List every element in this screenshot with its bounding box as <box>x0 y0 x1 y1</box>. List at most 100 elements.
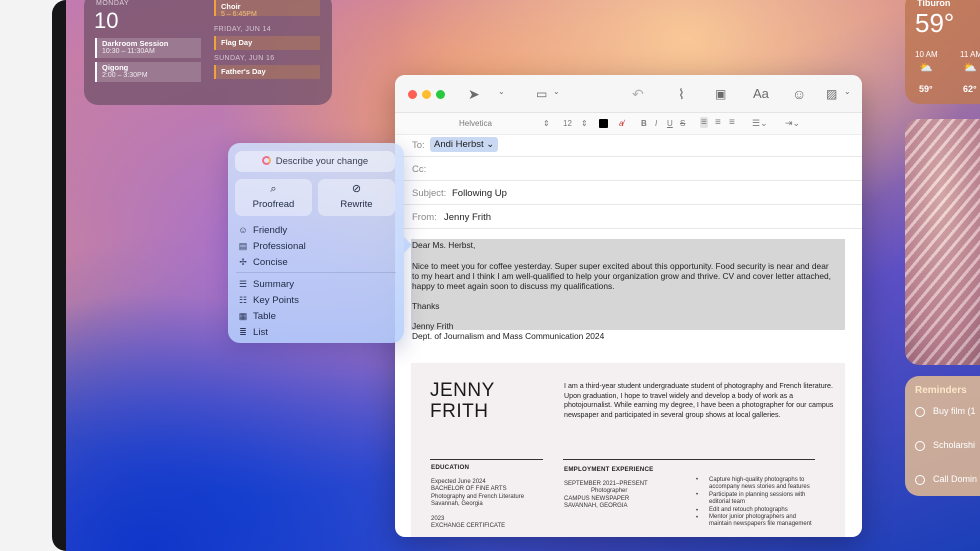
describe-change-input[interactable]: Describe your change <box>235 151 395 172</box>
subject-field-row[interactable]: Subject: Following Up <box>395 181 862 205</box>
zoom-window-button[interactable] <box>436 90 445 99</box>
format-icon[interactable]: Aa <box>753 85 769 103</box>
indent-icon[interactable]: ⇥⌄ <box>785 118 800 129</box>
body-line[interactable]: to my heart and I think I am well-qualif… <box>412 271 844 281</box>
bold-button[interactable]: B <box>641 119 647 128</box>
signature-dept[interactable]: Dept. of Journalism and Mass Communicati… <box>412 331 844 341</box>
proofread-button[interactable]: ⌕ Proofread <box>235 179 312 216</box>
recipient-token[interactable]: Andi Herbst ⌄ <box>430 137 499 152</box>
emp-line: SEPTEMBER 2021–PRESENT <box>564 481 648 487</box>
text-color-swatch[interactable] <box>599 119 608 128</box>
chevron-down-icon[interactable]: ⌄ <box>553 87 560 96</box>
reminder-item[interactable]: Scholarshi <box>915 440 975 451</box>
body-greeting[interactable]: Dear Ms. Herbst, <box>412 240 844 250</box>
reminder-item[interactable]: Call Domin <box>915 474 977 485</box>
cc-field-row[interactable]: Cc: <box>395 157 862 181</box>
magnifier-icon: ⌕ <box>270 183 277 195</box>
resume-name: JENNY FRITH <box>430 380 495 422</box>
describe-change-placeholder: Describe your change <box>275 156 369 167</box>
intelligence-ring-icon <box>261 156 271 165</box>
weather-widget[interactable]: Tiburon 59° 10 AM 11 AM ⛅ ⛅ 59° 62° <box>905 0 980 104</box>
partly-cloudy-icon: ⛅ <box>963 62 977 74</box>
tone-concise[interactable]: ✢ Concise <box>237 256 287 269</box>
body-line[interactable]: happy to meet again soon to discuss my q… <box>412 281 844 291</box>
chevron-down-icon[interactable]: ⌄ <box>844 87 851 96</box>
calendar-event[interactable]: Choir 5 – 6:45PM <box>214 0 320 18</box>
event-title: Darkroom Session <box>102 39 169 48</box>
checkbox-circle-icon[interactable] <box>915 406 925 417</box>
format-list[interactable]: ≣ List <box>237 326 268 339</box>
calendar-widget[interactable]: MONDAY 10 Darkroom Session 10:30 – 11:30… <box>84 0 332 105</box>
proofread-label: Proofread <box>252 199 295 210</box>
markup-icon[interactable]: ▣ <box>715 85 726 103</box>
education-heading: EDUCATION <box>431 464 470 471</box>
underline-button[interactable]: U <box>667 119 673 128</box>
highlight-icon[interactable]: a̸ <box>619 119 623 128</box>
subject-input[interactable]: Following Up <box>452 188 507 199</box>
resume-last-name: FRITH <box>430 401 489 422</box>
concise-icon: ✢ <box>239 257 247 267</box>
body-thanks[interactable]: Thanks <box>412 301 844 311</box>
attach-icon[interactable]: ⌇ <box>678 85 685 103</box>
partly-cloudy-icon: ⛅ <box>919 62 933 74</box>
format-table[interactable]: ▦ Table <box>237 310 276 323</box>
photo-browser-icon[interactable]: ▨ <box>826 85 837 103</box>
checkbox-circle-icon[interactable] <box>915 440 925 451</box>
edu-line: Expected June 2024 <box>431 479 486 485</box>
from-select[interactable]: Jenny Frith <box>444 212 491 223</box>
list-style-icon[interactable]: ☰⌄ <box>752 118 768 129</box>
format-bar: Helvetica ⇕ 12 ⇕ a̸ B I U S ≡ ≡ ≡ ☰⌄ ⇥⌄ <box>395 113 862 135</box>
align-center-icon[interactable]: ≡ <box>715 117 721 128</box>
rewrite-icon: ⊘ <box>351 183 362 195</box>
photos-widget[interactable] <box>905 119 980 365</box>
reminders-title: Reminders <box>915 385 967 396</box>
calendar-event[interactable]: Qigong 2:00 – 3:30PM <box>95 62 201 82</box>
minimize-window-button[interactable] <box>422 90 431 99</box>
left-bezel <box>0 0 58 551</box>
close-window-button[interactable] <box>408 90 417 99</box>
calendar-event[interactable]: Darkroom Session 10:30 – 11:30AM <box>95 38 201 58</box>
to-field-row[interactable]: To: Andi Herbst ⌄ <box>395 133 862 157</box>
format-label: Key Points <box>253 295 299 306</box>
reminders-widget[interactable]: Reminders Buy film (1 Scholarshi Call Do… <box>905 376 980 496</box>
chevron-updown-icon[interactable]: ⇕ <box>543 119 550 128</box>
reminder-item[interactable]: Buy film (1 <box>915 406 976 417</box>
calendar-event[interactable]: Father's Day <box>214 65 320 79</box>
align-left-icon[interactable]: ≡ <box>700 117 708 128</box>
tone-professional[interactable]: ▤ Professional <box>237 240 306 253</box>
format-key-points[interactable]: ☷ Key Points <box>237 294 299 307</box>
align-right-icon[interactable]: ≡ <box>729 117 735 128</box>
format-label: Summary <box>253 279 295 290</box>
chevron-updown-icon[interactable]: ⇕ <box>581 119 588 128</box>
weather-city: Tiburon <box>917 0 951 8</box>
rewrite-button[interactable]: ⊘ Rewrite <box>318 179 395 216</box>
tone-friendly[interactable]: ☺ Friendly <box>237 224 287 237</box>
header-fields-icon[interactable]: ▭ <box>536 85 547 103</box>
calendar-dow: MONDAY <box>96 0 130 7</box>
mail-compose-window: ➤ ⌄ ▭ ⌄ ↶ ⌇ ▣ Aa ☺ ▨ ⌄ Helvetica ⇕ 12 ⇕ … <box>395 75 862 537</box>
format-label: List <box>253 327 268 338</box>
checkbox-circle-icon[interactable] <box>915 474 925 485</box>
edu-line: Savannah, Georgia <box>431 501 483 508</box>
strikethrough-button[interactable]: S <box>680 119 685 128</box>
bullet-line: Edit and retouch photographs <box>709 506 788 513</box>
send-icon[interactable]: ➤ <box>468 85 480 103</box>
italic-button[interactable]: I <box>655 119 657 128</box>
font-size-select[interactable]: 12 <box>563 119 572 128</box>
bulleted-list-icon: ☷ <box>238 295 248 305</box>
reply-icon[interactable]: ↶ <box>632 85 644 103</box>
table-icon: ▦ <box>238 311 248 321</box>
event-time: 2:00 – 3:30PM <box>102 72 148 79</box>
resume-attachment-preview[interactable]: JENNY FRITH I am a third-year student un… <box>411 363 845 537</box>
emoji-icon[interactable]: ☺ <box>792 85 806 103</box>
body-line[interactable]: Nice to meet you for coffee yesterday. S… <box>412 261 844 271</box>
calendar-event[interactable]: Flag Day <box>214 36 320 50</box>
emp-line: Photographer <box>591 488 628 495</box>
weather-hour: 11 AM <box>960 50 980 59</box>
employment-heading: EMPLOYMENT EXPERIENCE <box>564 466 654 473</box>
chevron-down-icon[interactable]: ⌄ <box>498 87 505 96</box>
font-select[interactable]: Helvetica <box>459 119 492 128</box>
signature-name[interactable]: Jenny Frith <box>412 321 844 331</box>
from-field-row[interactable]: From: Jenny Frith <box>395 205 862 229</box>
format-summary[interactable]: ☰ Summary <box>237 278 294 291</box>
